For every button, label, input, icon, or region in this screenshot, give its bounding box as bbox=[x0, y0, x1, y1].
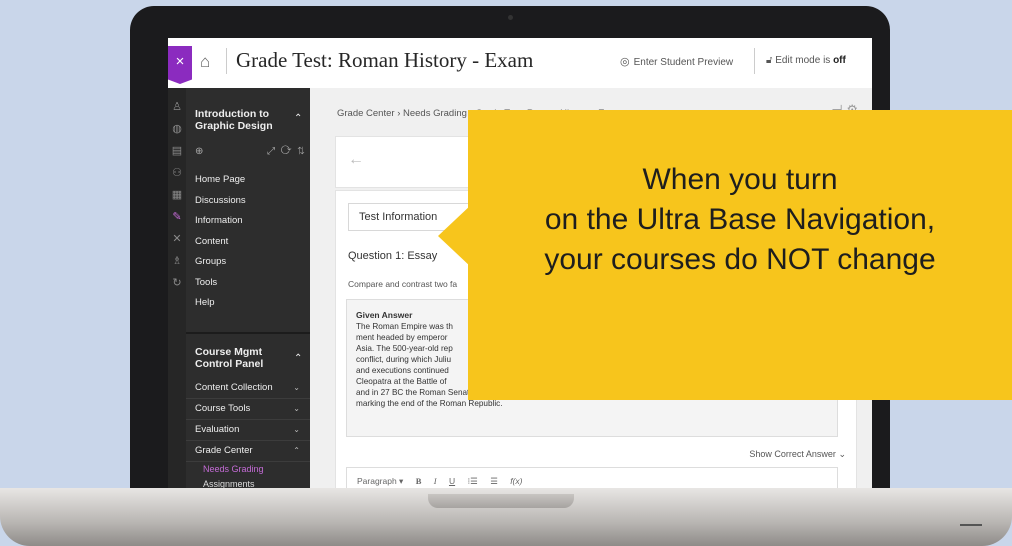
control-panel-row[interactable]: Grade Center ⌃ bbox=[186, 441, 310, 462]
list-icon[interactable]: ▤ bbox=[168, 140, 186, 162]
callout-line: on the Ultra Base Navigation, bbox=[544, 203, 936, 236]
answer-line: conflict, during which Juliu bbox=[356, 355, 452, 364]
course-menu: Introduction to Graphic Design ⌃ ⊕ ⤢ ⟳ ⇅… bbox=[186, 88, 310, 488]
answer-line: The Roman Empire was th bbox=[356, 322, 453, 331]
course-menu-item[interactable]: Content bbox=[195, 236, 246, 257]
collapse-icon[interactable]: ⌃ bbox=[294, 353, 302, 364]
answer-line: and executions continued bbox=[356, 366, 449, 375]
add-icon[interactable]: ⊕ bbox=[195, 146, 203, 157]
chevron-down-icon: ⌄ bbox=[293, 425, 300, 434]
camera-icon bbox=[508, 15, 513, 20]
student-preview-button[interactable]: ◎ Enter Student Preview bbox=[620, 55, 733, 68]
numbered-list-button[interactable]: ⁝☰ bbox=[467, 476, 477, 486]
pupils-icon[interactable]: ♗ bbox=[168, 250, 186, 272]
divider bbox=[226, 48, 227, 74]
student-preview-label: Enter Student Preview bbox=[633, 57, 734, 68]
edit-mode-label: Edit mode is bbox=[775, 55, 831, 66]
lock-icon: 🔓︎ bbox=[766, 55, 773, 66]
sub-item-assignments[interactable]: Assignments bbox=[186, 477, 310, 488]
control-panel-row[interactable]: Evaluation ⌄ bbox=[186, 420, 310, 441]
close-button[interactable]: × bbox=[168, 46, 192, 84]
base-nav-rail: ♙ ◍ ▤ ⚇ ▦ ✎ ✕ ♗ ↻ bbox=[168, 88, 186, 488]
menu-tools-icons[interactable]: ⤢ ⟳ ⇅ bbox=[267, 146, 305, 157]
laptop-detail bbox=[960, 524, 982, 526]
callout-box: When you turn on the Ultra Base Navigati… bbox=[468, 110, 1012, 400]
course-menu-items: Home Page Discussions Information Conten… bbox=[195, 174, 246, 318]
divider bbox=[754, 48, 755, 74]
page-title: Grade Test: Roman History - Exam bbox=[236, 48, 534, 72]
feedback-editor[interactable]: Paragraph ▾ B I U ⁝☰ ☰ f(x) bbox=[346, 467, 838, 488]
course-menu-item[interactable]: Tools bbox=[195, 277, 246, 298]
chevron-down-icon: ⌄ bbox=[293, 383, 300, 392]
underline-button[interactable]: U bbox=[449, 476, 455, 486]
answer-line: ment headed by emperor bbox=[356, 333, 448, 342]
collapse-icon[interactable]: ⌃ bbox=[294, 113, 302, 124]
row-label: Content Collection bbox=[195, 382, 273, 393]
bullet-list-button[interactable]: ☰ bbox=[490, 476, 498, 486]
course-menu-item[interactable]: Groups bbox=[195, 256, 246, 277]
callout-line: your courses do NOT change bbox=[544, 243, 936, 276]
people-icon[interactable]: ⚇ bbox=[168, 162, 186, 184]
laptop-notch bbox=[428, 494, 574, 508]
sub-item-needs-grading[interactable]: Needs Grading bbox=[186, 462, 310, 477]
callout-pointer bbox=[438, 204, 472, 268]
course-menu-item[interactable]: Information bbox=[195, 215, 246, 236]
course-menu-item[interactable]: Help bbox=[195, 297, 246, 318]
top-bar: × ⌂ Grade Test: Roman History - Exam ◎ En… bbox=[168, 38, 872, 89]
calendar-icon[interactable]: ▦ bbox=[168, 184, 186, 206]
control-panel-title[interactable]: Course Mgmt Control Panel bbox=[195, 346, 285, 370]
row-label: Course Tools bbox=[195, 403, 251, 414]
edit-mode-state: off bbox=[833, 55, 846, 66]
answer-line: Cleopatra at the Battle of bbox=[356, 377, 447, 386]
control-panel-items: Content Collection ⌄ Course Tools ⌄ Evalua… bbox=[186, 378, 310, 488]
edit-mode-toggle[interactable]: 🔓︎ Edit mode is off bbox=[766, 55, 846, 66]
question-title: Question 1: Essay bbox=[348, 250, 438, 262]
course-menu-item[interactable]: Home Page bbox=[195, 174, 246, 195]
control-panel-row[interactable]: Course Tools ⌄ bbox=[186, 399, 310, 420]
back-arrow-icon[interactable]: ← bbox=[348, 151, 364, 169]
divider bbox=[186, 332, 310, 334]
editor-toolbar: Paragraph ▾ B I U ⁝☰ ☰ f(x) bbox=[357, 476, 532, 487]
eye-icon: ◎ bbox=[620, 56, 630, 68]
answer-line: marking the end of the Roman Republic. bbox=[356, 399, 503, 408]
given-answer-label: Given Answer bbox=[356, 310, 413, 320]
grade-icon[interactable]: ✎ bbox=[168, 206, 186, 228]
chevron-up-icon: ⌃ bbox=[293, 446, 300, 455]
show-correct-label: Show Correct Answer bbox=[749, 449, 836, 459]
callout-line: When you turn bbox=[642, 163, 838, 196]
row-label: Evaluation bbox=[195, 424, 240, 435]
home-icon[interactable]: ⌂ bbox=[200, 52, 210, 72]
answer-line: Asia. The 500-year-old rep bbox=[356, 344, 453, 353]
question-description: Compare and contrast two fa bbox=[348, 279, 458, 289]
chevron-down-icon: ⌄ bbox=[838, 449, 846, 459]
italic-button[interactable]: I bbox=[434, 476, 437, 486]
chevron-down-icon: ⌄ bbox=[293, 404, 300, 413]
course-menu-tools: ⊕ ⤢ ⟳ ⇅ bbox=[195, 146, 305, 157]
laptop-base bbox=[0, 488, 1012, 546]
tools-icon[interactable]: ✕ bbox=[168, 228, 186, 250]
control-panel-row[interactable]: Content Collection ⌄ bbox=[186, 378, 310, 399]
formula-button[interactable]: f(x) bbox=[510, 476, 522, 486]
course-menu-item[interactable]: Discussions bbox=[195, 195, 246, 216]
course-title[interactable]: Introduction to Graphic Design bbox=[195, 108, 285, 132]
row-label: Grade Center bbox=[195, 445, 253, 456]
paragraph-dropdown[interactable]: Paragraph ▾ bbox=[357, 476, 403, 486]
user-icon[interactable]: ♙ bbox=[168, 96, 186, 118]
signout-icon[interactable]: ↻ bbox=[168, 272, 186, 294]
globe-icon[interactable]: ◍ bbox=[168, 118, 186, 140]
bold-button[interactable]: B bbox=[416, 476, 422, 486]
show-correct-answer-button[interactable]: Show Correct Answer ⌄ bbox=[749, 449, 846, 460]
